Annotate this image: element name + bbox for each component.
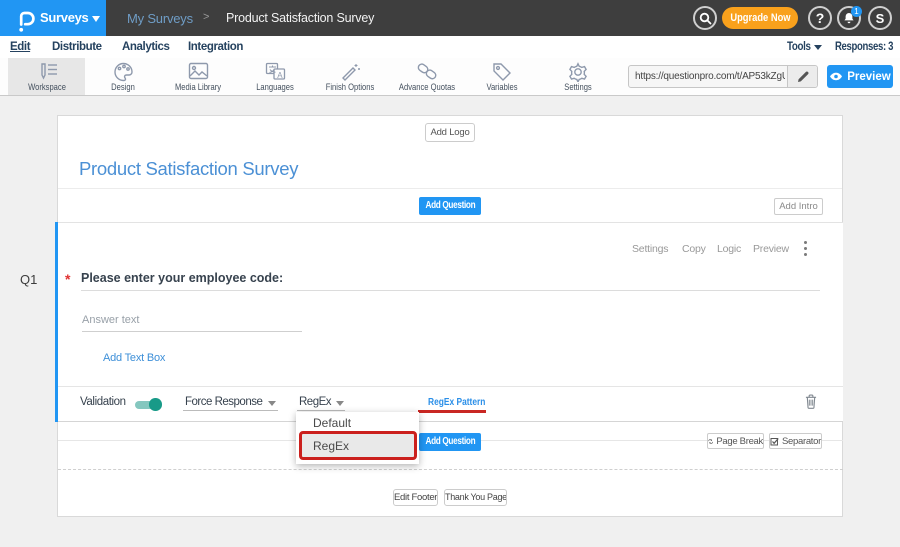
svg-text:A: A <box>277 71 283 80</box>
